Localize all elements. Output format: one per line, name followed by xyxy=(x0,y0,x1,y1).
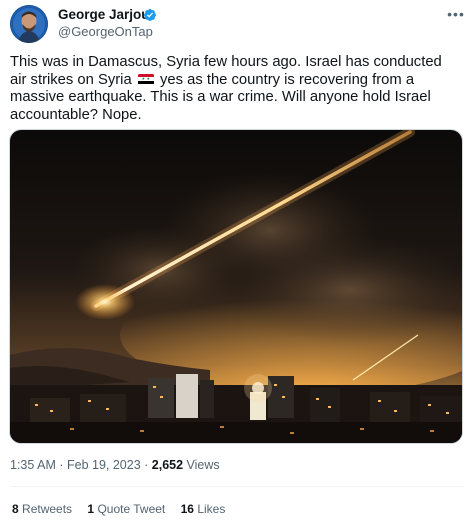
author-handle[interactable]: @GeorgeOnTap xyxy=(58,24,153,39)
tweet-date[interactable]: Feb 19, 2023 xyxy=(67,458,141,472)
syria-flag-icon xyxy=(137,73,154,85)
avatar[interactable] xyxy=(10,5,48,43)
quote-tweets-count: 1 xyxy=(87,502,95,516)
views-label: Views xyxy=(183,458,220,472)
likes-count: 16 xyxy=(180,502,194,516)
quote-tweets-label: Quote Tweet xyxy=(97,502,166,516)
retweets-stat[interactable]: 8 Retweets xyxy=(12,502,72,516)
quote-tweets-stat[interactable]: 1 Quote Tweet xyxy=(87,502,165,516)
tweet-text: This was in Damascus, Syria few hours ag… xyxy=(10,54,462,124)
author-name[interactable]: George Jarjour xyxy=(58,7,155,22)
tweet-meta: 1:35 AM · Feb 19, 2023 · 2,652 Views xyxy=(10,458,220,472)
more-options-icon[interactable]: ••• xyxy=(446,6,466,22)
divider xyxy=(10,486,464,487)
tweet-card: George Jarjour @GeorgeOnTap ••• This was… xyxy=(0,0,474,527)
engagement-stats: 8 Retweets 1 Quote Tweet 16 Likes xyxy=(12,502,237,516)
views-count: 2,652 xyxy=(151,458,184,472)
likes-stat[interactable]: 16 Likes xyxy=(181,502,226,516)
meta-separator-2: · xyxy=(140,458,152,472)
tweet-media-photo[interactable] xyxy=(9,129,463,444)
meta-separator: · xyxy=(55,458,67,472)
retweets-label: Retweets xyxy=(22,502,73,516)
tweet-time[interactable]: 1:35 AM xyxy=(10,458,56,472)
likes-label: Likes xyxy=(197,502,226,516)
verified-badge-icon xyxy=(144,9,156,21)
retweets-count: 8 xyxy=(12,502,19,516)
